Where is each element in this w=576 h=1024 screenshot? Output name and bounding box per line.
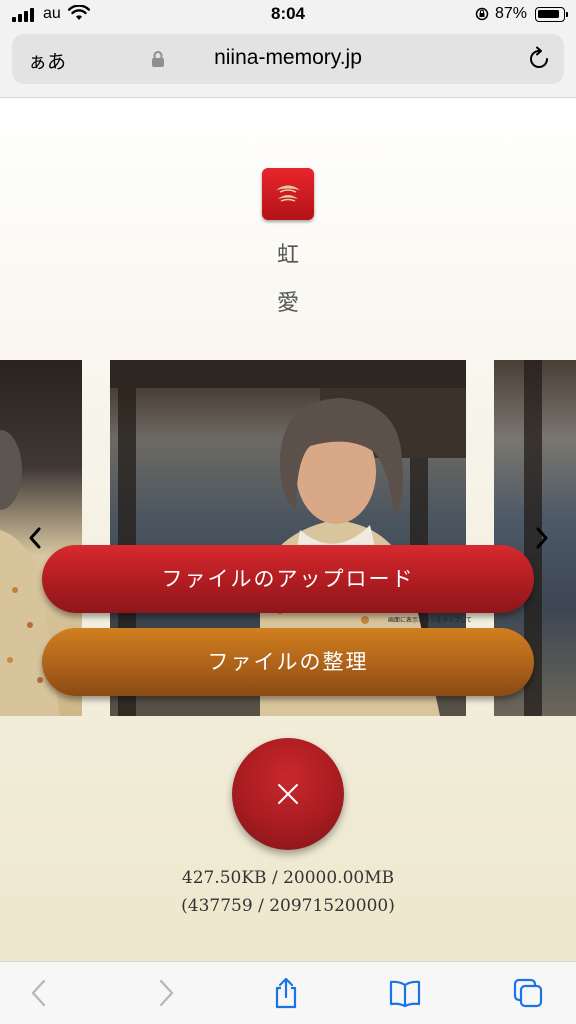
browser-toolbar [0, 961, 576, 1024]
back-icon[interactable] [24, 977, 56, 1009]
status-bar: au 8:04 87% [0, 0, 576, 30]
battery-percent: 87% [495, 5, 528, 22]
close-icon [278, 784, 298, 804]
tabs-icon[interactable] [512, 977, 544, 1009]
crest-icon [276, 185, 300, 202]
name-line-1: 虹 [276, 243, 299, 268]
carousel-caption: 画面に表示ボタンをタップして [388, 618, 472, 624]
clock: 8:04 [270, 4, 306, 23]
organize-files-button[interactable]: ファイルの整理 [42, 628, 534, 696]
share-icon[interactable] [270, 977, 302, 1009]
address-bar[interactable]: ぁあ niina-memory.jp [12, 34, 564, 84]
storage-usage-bytes: (437759 / 20971520000) [181, 896, 395, 916]
browser-address-area: ぁあ niina-memory.jp [0, 30, 576, 98]
chevron-right-icon[interactable] [534, 526, 550, 550]
battery-icon [535, 7, 568, 22]
name-line-2: 愛 [276, 291, 299, 316]
upload-file-button[interactable]: ファイルのアップロード [42, 545, 534, 613]
close-button[interactable] [232, 738, 344, 850]
bookmarks-icon[interactable] [389, 977, 421, 1009]
site-logo [262, 168, 314, 220]
reload-icon[interactable] [526, 46, 552, 72]
url-text[interactable]: niina-memory.jp [12, 46, 564, 70]
storage-usage-size: 427.50KB / 20000.00MB [181, 868, 395, 888]
forward-icon[interactable] [149, 977, 181, 1009]
page-content: 虹 愛 画面に表示ボタンをタップして ファイルのアップロード ファイルの整理 4… [0, 99, 576, 961]
orientation-lock-icon [475, 7, 489, 21]
chevron-left-icon[interactable] [27, 526, 43, 550]
